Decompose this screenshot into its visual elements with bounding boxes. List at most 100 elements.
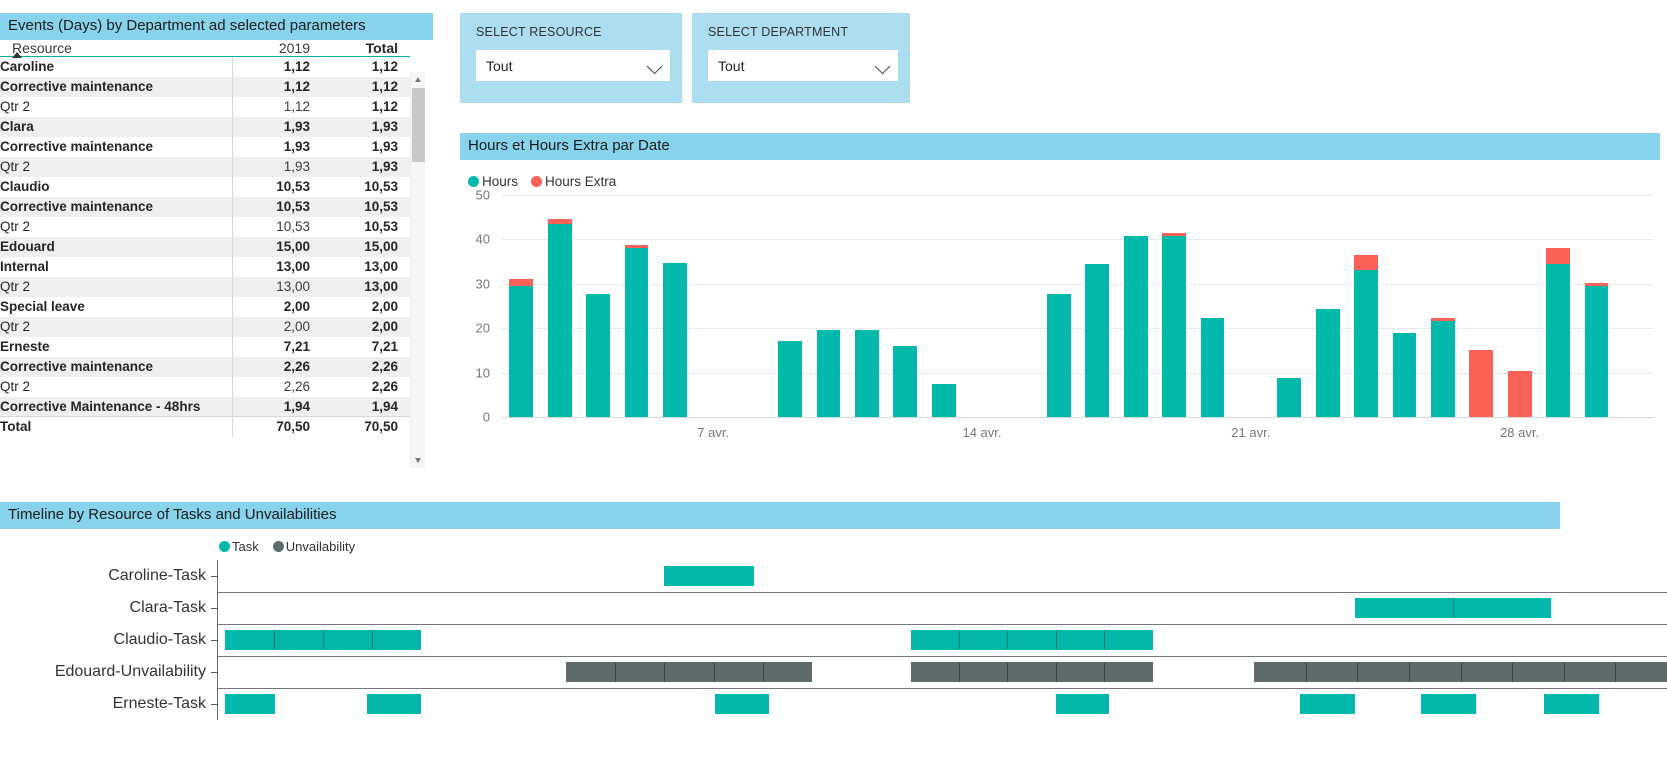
bar-segment-hours[interactable] bbox=[1585, 286, 1609, 417]
chart-bar-slot[interactable] bbox=[1347, 195, 1385, 417]
scrollbar-thumb[interactable] bbox=[412, 88, 425, 162]
timeline-task-block[interactable] bbox=[225, 694, 274, 714]
chart-bar-slot[interactable] bbox=[502, 195, 540, 417]
timeline-task-block[interactable] bbox=[715, 694, 769, 714]
chart-bar-slot[interactable] bbox=[656, 195, 694, 417]
column-header-resource[interactable]: Resource bbox=[0, 40, 232, 57]
table-row[interactable]: Internal13,0013,00 bbox=[0, 257, 410, 277]
bar-segment-hours-extra[interactable] bbox=[1546, 248, 1570, 264]
chart-bar-slot[interactable] bbox=[1155, 195, 1193, 417]
chart-bar-slot[interactable] bbox=[886, 195, 924, 417]
chart-bar-slot[interactable] bbox=[1001, 195, 1039, 417]
chart-bar-slot[interactable] bbox=[694, 195, 732, 417]
bar-segment-hours[interactable] bbox=[1354, 270, 1378, 417]
legend-item[interactable]: Unvailability bbox=[273, 539, 355, 554]
bar-segment-hours-extra[interactable] bbox=[1469, 350, 1493, 417]
chart-bar[interactable] bbox=[1508, 371, 1532, 417]
scroll-up-arrow-icon[interactable] bbox=[411, 72, 426, 87]
timeline-task-block[interactable] bbox=[225, 630, 421, 650]
chart-bar[interactable] bbox=[509, 279, 533, 417]
bar-segment-hours-extra[interactable] bbox=[1354, 255, 1378, 270]
column-header-total[interactable]: Total bbox=[320, 40, 410, 57]
timeline-task-block[interactable] bbox=[1421, 694, 1476, 714]
chart-bar[interactable] bbox=[1469, 350, 1493, 417]
chart-bar[interactable] bbox=[1585, 283, 1609, 417]
table-row[interactable]: Qtr 22,262,26 bbox=[0, 377, 410, 397]
chart-bar[interactable] bbox=[1546, 248, 1570, 417]
bar-segment-hours[interactable] bbox=[1162, 236, 1186, 417]
chart-bar[interactable] bbox=[1277, 378, 1301, 417]
timeline-unavailability-block[interactable] bbox=[911, 662, 1153, 682]
chart-bar-slot[interactable] bbox=[809, 195, 847, 417]
timeline-task-block[interactable] bbox=[1355, 598, 1551, 618]
chart-bar-slot[interactable] bbox=[1539, 195, 1577, 417]
bar-segment-hours[interactable] bbox=[1546, 264, 1570, 417]
bar-segment-hours[interactable] bbox=[932, 384, 956, 417]
bar-segment-hours[interactable] bbox=[1201, 318, 1225, 417]
table-row[interactable]: Qtr 21,931,93 bbox=[0, 157, 410, 177]
chart-bar-slot[interactable] bbox=[579, 195, 617, 417]
column-header-year[interactable]: 2019 bbox=[232, 40, 320, 57]
chart-bar[interactable] bbox=[586, 294, 610, 417]
slicer-resource-dropdown[interactable]: Tout bbox=[476, 50, 670, 81]
chart-bar[interactable] bbox=[1124, 236, 1148, 417]
chart-bar-slot[interactable] bbox=[1270, 195, 1308, 417]
table-row[interactable]: Special leave2,002,00 bbox=[0, 297, 410, 317]
table-row[interactable]: Qtr 210,5310,53 bbox=[0, 217, 410, 237]
chevron-down-icon[interactable] bbox=[647, 59, 663, 75]
chart-bar[interactable] bbox=[1393, 333, 1417, 417]
bar-segment-hours[interactable] bbox=[778, 341, 802, 417]
bar-segment-hours[interactable] bbox=[1085, 264, 1109, 417]
bar-segment-hours-extra[interactable] bbox=[1508, 371, 1532, 417]
chart-bar-slot[interactable] bbox=[1616, 195, 1654, 417]
table-row[interactable]: Edouard15,0015,00 bbox=[0, 237, 410, 257]
chart-bar-slot[interactable] bbox=[1501, 195, 1539, 417]
chart-bar[interactable] bbox=[1431, 318, 1455, 417]
chart-bar-slot[interactable] bbox=[1232, 195, 1270, 417]
timeline-task-block[interactable] bbox=[664, 566, 754, 586]
table-row[interactable]: Corrective maintenance10,5310,53 bbox=[0, 197, 410, 217]
chart-bar[interactable] bbox=[1354, 255, 1378, 417]
bar-segment-hours[interactable] bbox=[1393, 333, 1417, 417]
bar-segment-hours[interactable] bbox=[1047, 294, 1071, 417]
timeline-task-block[interactable] bbox=[1056, 694, 1110, 714]
chart-bar[interactable] bbox=[1201, 318, 1225, 417]
chart-bar[interactable] bbox=[1162, 233, 1186, 417]
chart-bar-slot[interactable] bbox=[924, 195, 962, 417]
legend-item[interactable]: Hours Extra bbox=[531, 174, 616, 189]
slicer-department-dropdown[interactable]: Tout bbox=[708, 50, 898, 81]
timeline-task-block[interactable] bbox=[1300, 694, 1355, 714]
chart-bar-slot[interactable] bbox=[1117, 195, 1155, 417]
table-row[interactable]: Corrective maintenance1,931,93 bbox=[0, 137, 410, 157]
chart-bar-slot[interactable] bbox=[617, 195, 655, 417]
legend-item[interactable]: Task bbox=[219, 539, 259, 554]
bar-segment-hours[interactable] bbox=[509, 286, 533, 417]
scroll-down-arrow-icon[interactable] bbox=[411, 453, 426, 468]
table-row[interactable]: Corrective maintenance1,121,12 bbox=[0, 77, 410, 97]
bar-segment-hours[interactable] bbox=[625, 248, 649, 417]
chart-bar-slot[interactable] bbox=[1462, 195, 1500, 417]
timeline-task-block[interactable] bbox=[1544, 694, 1599, 714]
matrix-scrollbar[interactable] bbox=[410, 72, 425, 468]
table-row[interactable]: Erneste7,217,21 bbox=[0, 337, 410, 357]
table-row[interactable]: Clara1,931,93 bbox=[0, 117, 410, 137]
timeline-unavailability-block[interactable] bbox=[566, 662, 812, 682]
chart-bar-slot[interactable] bbox=[1040, 195, 1078, 417]
timeline-task-block[interactable] bbox=[911, 630, 1153, 650]
chart-bar[interactable] bbox=[817, 330, 841, 417]
chart-bar-slot[interactable] bbox=[1078, 195, 1116, 417]
bar-segment-hours[interactable] bbox=[663, 263, 687, 417]
chart-bar-slot[interactable] bbox=[1193, 195, 1231, 417]
timeline-task-block[interactable] bbox=[367, 694, 421, 714]
chart-bar[interactable] bbox=[625, 245, 649, 417]
chart-bar-slot[interactable] bbox=[1385, 195, 1423, 417]
table-row[interactable]: Qtr 22,002,00 bbox=[0, 317, 410, 337]
timeline-unavailability-block[interactable] bbox=[1254, 662, 1667, 682]
table-row[interactable]: Qtr 21,121,12 bbox=[0, 97, 410, 117]
chart-bar-slot[interactable] bbox=[771, 195, 809, 417]
chart-bar[interactable] bbox=[1047, 294, 1071, 417]
chart-bar[interactable] bbox=[932, 384, 956, 417]
chart-bar-slot[interactable] bbox=[1577, 195, 1615, 417]
bar-segment-hours-extra[interactable] bbox=[509, 279, 533, 286]
table-row[interactable]: Corrective maintenance2,262,26 bbox=[0, 357, 410, 377]
